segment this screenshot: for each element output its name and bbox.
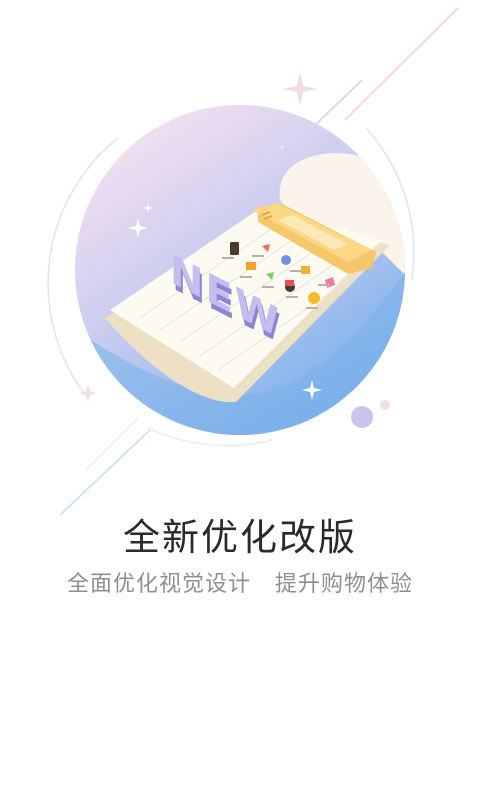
decor-dot-small: [380, 400, 390, 410]
decor-dot-large: [351, 406, 373, 428]
decor-line-pink: [344, 7, 459, 121]
smile-icon: [308, 292, 320, 304]
decor-line-blue-short: [85, 417, 139, 471]
basket-icon: [281, 255, 291, 265]
gem-icon: [246, 262, 256, 270]
page-title: 全新优化改版: [123, 516, 357, 559]
sparkle-icon: [283, 72, 317, 106]
phone-icon: [230, 242, 239, 255]
decor-line-blue-long: [59, 429, 151, 516]
hotel-icon: [301, 266, 310, 274]
page-subtitle: 全面优化视觉设计 提升购物体验: [67, 572, 413, 597]
splash-illustration: NEW NEW: [47, 7, 459, 516]
sparkle-icon: [79, 384, 97, 402]
game-icon: [285, 280, 294, 286]
